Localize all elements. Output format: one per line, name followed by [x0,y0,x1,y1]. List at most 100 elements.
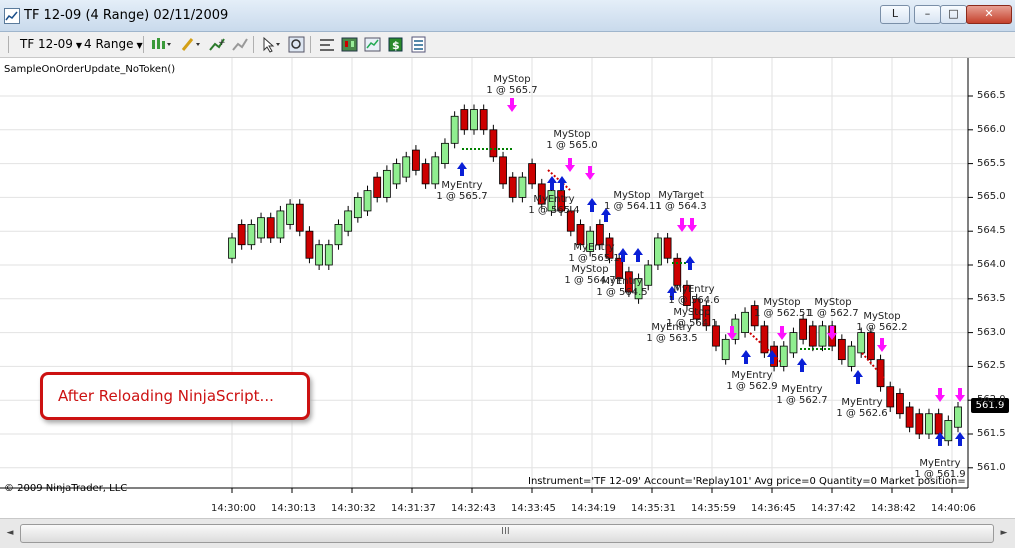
time-tick-label: 14:35:31 [631,503,676,514]
order-value: 1 @ 561.9 [914,469,966,480]
stop-arrow-icon [565,158,575,172]
scroll-right-button[interactable]: ► [996,524,1012,542]
up-candle [779,345,788,367]
price-tick-label: 566.5 [977,90,1006,101]
svg-text:$: $ [392,39,400,52]
up-candle [789,332,798,354]
down-candle [866,332,875,361]
order-label: MyStop 1 @ 562.7 [805,297,861,319]
chart-style-icon[interactable] [150,36,171,53]
chart-panel[interactable]: SampleOnOrderUpdate_NoToken() © 2009 Nin… [0,58,1015,518]
up-candle [363,190,372,212]
chevron-down-icon: ▼ [136,41,143,50]
time-tick-label: 14:33:45 [511,503,556,514]
cursor-icon[interactable] [261,36,280,53]
order-label: MyTarget 1 @ 564.3 [653,190,709,212]
price-tick-label: 562.0 [977,394,1006,406]
entry-arrow-icon [685,256,695,270]
link-button[interactable]: L [880,5,910,24]
entry-arrow-icon [547,176,557,190]
down-candle [799,318,808,340]
up-candle [954,406,962,428]
entry-arrow-icon [633,248,643,262]
stop-arrow-icon [677,218,687,232]
toolbar-separator [310,36,311,53]
up-candle [382,169,391,198]
scroll-thumb[interactable]: III [20,524,994,543]
order-value: 1 @ 564.5 [596,287,648,298]
properties-icon[interactable] [318,36,336,53]
time-tick-label: 14:32:43 [451,503,496,514]
time-tick-label: 14:30:00 [211,503,256,514]
toolbar-separator [253,36,254,53]
order-value: 1 @ 565.4 [528,205,580,216]
down-candle [499,156,507,185]
scroll-left-button[interactable]: ◄ [2,524,18,542]
down-candle [266,217,275,239]
order-label: MyEntry 1 @ 562.6 [834,397,890,419]
draw-pencil-icon[interactable] [180,36,200,53]
up-candle [324,244,333,266]
down-candle [808,325,817,347]
price-tick-label: 561.0 [977,461,1006,473]
down-candle [373,176,382,198]
up-candle [441,142,449,165]
period-dropdown[interactable]: 4 Range ▼ [84,37,143,51]
entry-arrow-icon [797,358,807,372]
indicator-label: SampleOnOrderUpdate_NoToken() [4,64,176,75]
order-name: MyEntry [673,284,715,295]
up-candle [247,224,256,246]
horizontal-scrollbar[interactable]: ◄ III ► [0,518,1015,548]
down-candle [295,203,304,232]
order-name: MyStop [493,74,531,85]
maximize-button[interactable]: □ [940,5,967,24]
minimize-button[interactable]: – [914,5,941,24]
stop-arrow-icon [877,338,887,352]
order-label: MyStop 1 @ 565.0 [544,129,600,151]
order-label: MyEntry 1 @ 561.9 [912,458,968,480]
entry-arrow-icon [587,198,597,212]
zoom-icon[interactable] [288,36,306,53]
up-candle [470,109,478,131]
order-label: MyStop 1 @ 562.51 [754,297,812,319]
strategy-icon[interactable]: $ [387,36,405,53]
order-name: MyEntry [919,458,961,469]
price-tick-label: 565.5 [977,157,1006,169]
price-tick-label: 566.0 [977,123,1006,135]
up-candle [392,163,401,185]
app-chart-icon [4,8,20,24]
price-tick-label: 563.5 [977,292,1006,304]
window-title: TF 12-09 (4 Range) 02/11/2009 [24,8,229,23]
template-icon[interactable] [410,36,428,53]
add-indicator-icon[interactable]: + [208,36,226,53]
order-name: MyEntry [601,276,643,287]
order-name: MyEntry [441,180,483,191]
order-value: 1 @ 564.3 [655,201,707,212]
price-chart[interactable] [0,58,1015,518]
data-box-icon[interactable] [341,36,359,53]
up-candle [450,115,459,144]
order-label: MyEntry 1 @ 565.1 [566,242,622,264]
stop-arrow-icon [777,326,787,340]
down-candle [460,109,469,131]
order-name: MyStop [571,264,609,275]
toolbar-separator [143,36,144,53]
chart-toolbar: TF 12-09 ▼ 4 Range ▼ + $ [0,32,1015,58]
down-candle [934,413,943,435]
down-candle [421,163,430,185]
order-label: MyEntry 1 @ 562.9 [724,370,780,392]
down-candle [663,237,672,259]
order-label: MyEntry 1 @ 565.7 [434,180,490,202]
close-button[interactable]: ✕ [966,5,1012,24]
instrument-dropdown[interactable]: TF 12-09 ▼ [20,37,82,51]
instrument-label: TF 12-09 [20,37,73,51]
time-tick-label: 14:36:45 [751,503,796,514]
order-value: 1 @ 562.51 [754,308,812,319]
svg-text:+: + [218,38,226,48]
chart-trader-icon[interactable] [364,36,382,53]
callout-text: After Reloading NinjaScript... [58,387,274,405]
up-candle [334,224,343,246]
remove-indicator-icon[interactable] [231,36,249,53]
entry-arrow-icon [741,350,751,364]
toolbar-separator [8,36,9,53]
